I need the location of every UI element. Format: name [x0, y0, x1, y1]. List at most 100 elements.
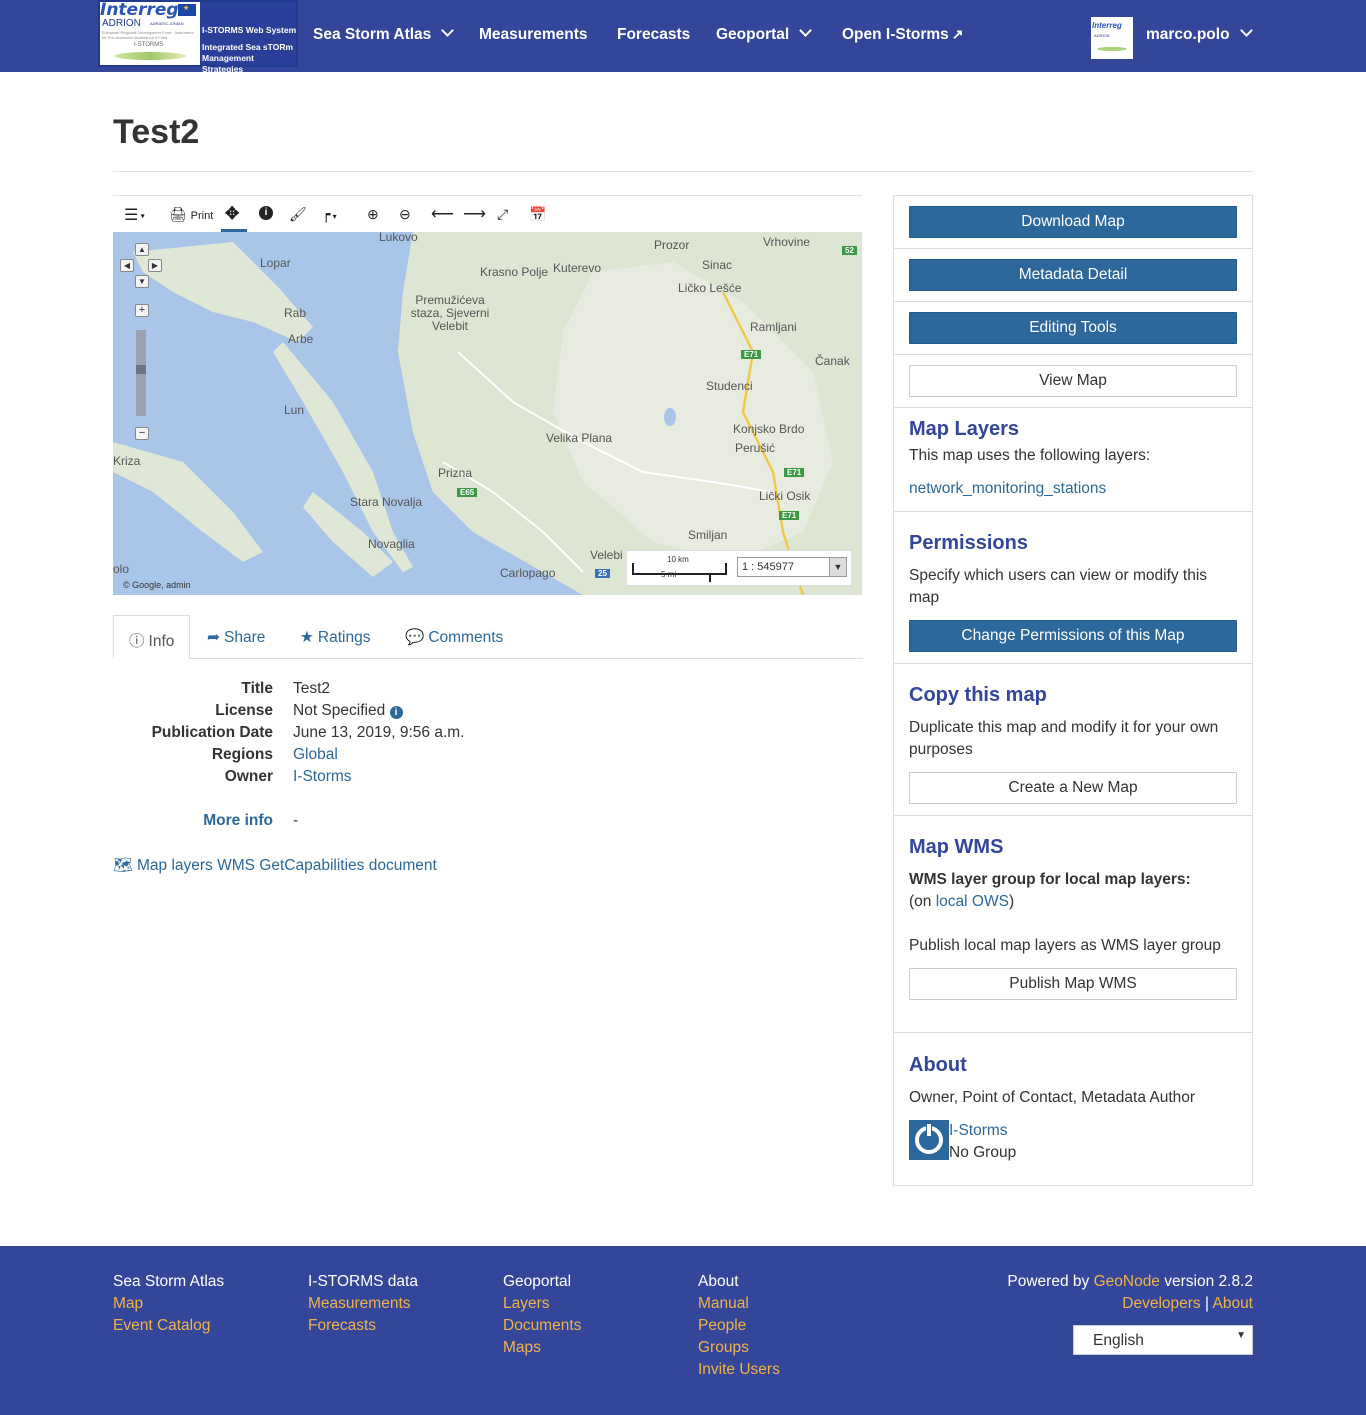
zoom-slider-handle[interactable] — [136, 365, 146, 374]
scale-select[interactable]: 1 : 545977 ▼ — [737, 557, 847, 577]
publish-map-wms-button[interactable]: Publish Map WMS — [909, 968, 1237, 1000]
measure-icon[interactable]: ┍ ▾ — [322, 206, 337, 223]
wms-on-prefix: (on — [909, 893, 936, 910]
wms-capabilities-link[interactable]: 🗺 Map layers WMS GetCapabilities documen… — [113, 856, 437, 875]
fullscreen-icon[interactable]: ⤢ — [497, 206, 508, 223]
forward-arrow-icon[interactable]: ⟶ — [463, 204, 486, 224]
developers-link[interactable]: Developers — [1122, 1295, 1200, 1312]
zoom-in-icon[interactable]: ⊕ — [367, 206, 379, 223]
username: marco.polo — [1146, 26, 1230, 43]
wms-publish-text: Publish local map layers as WMS layer gr… — [909, 937, 1221, 954]
avatar-wave — [1097, 47, 1127, 51]
system-subtitle: Integrated Sea sTORm Management Strategi… — [202, 42, 294, 74]
footer-link-invite-users[interactable]: Invite Users — [698, 1359, 780, 1381]
powered-version: version 2.8.2 — [1159, 1273, 1253, 1290]
logo-tagline: European Regional Development Fund · Ins… — [102, 30, 194, 40]
footer-link-map[interactable]: Map — [113, 1293, 224, 1315]
zoom-in-button[interactable]: + — [135, 304, 149, 317]
view-map-button[interactable]: View Map — [909, 365, 1237, 397]
language-select[interactable]: English ▼ — [1073, 1325, 1253, 1355]
pan-down-button[interactable]: ▼ — [135, 275, 149, 288]
chevron-down-icon — [799, 24, 813, 37]
footer-link-groups[interactable]: Groups — [698, 1337, 780, 1359]
map-place-label: olo — [113, 562, 130, 576]
project-label: I-STORMS — [134, 42, 164, 48]
info-row-title: Title Test2 — [113, 680, 713, 702]
nav-open-istorms[interactable]: Open I-Storms ↗ — [842, 26, 964, 44]
editing-tools-button[interactable]: Editing Tools — [909, 312, 1237, 344]
footer-link-layers[interactable]: Layers — [503, 1293, 581, 1315]
layers-menu-icon[interactable]: ☰ ▾ — [124, 205, 145, 225]
metadata-detail-button[interactable]: Metadata Detail — [909, 259, 1237, 291]
map-layers-heading: Map Layers — [909, 418, 1020, 440]
info-row-owner: Owner I-Storms — [113, 768, 713, 790]
tab-comments[interactable]: 💬 Comments — [405, 615, 503, 659]
nav-label: Sea Storm Atlas — [313, 26, 432, 43]
nav-sea-storm-atlas[interactable]: Sea Storm Atlas — [313, 24, 455, 44]
footer-link-forecasts[interactable]: Forecasts — [308, 1315, 418, 1337]
divider — [894, 407, 1252, 408]
avatar-program: ADRION — [1094, 33, 1110, 38]
footer-link-event-catalog[interactable]: Event Catalog — [113, 1315, 224, 1337]
footer-col-atlas: Sea Storm Atlas Map Event Catalog — [113, 1271, 224, 1337]
nav-label: Open I-Storms — [842, 26, 949, 43]
footer-link-people[interactable]: People — [698, 1315, 780, 1337]
zoom-out-button[interactable]: − — [135, 427, 149, 440]
user-avatar[interactable]: Interreg ADRION — [1091, 17, 1133, 59]
eu-flag-icon — [178, 4, 196, 16]
map-place-label: Velebi — [590, 548, 623, 562]
back-arrow-icon[interactable]: ⟵ — [431, 204, 454, 224]
pan-icon[interactable]: ✥ — [225, 204, 239, 224]
owner-link[interactable]: I-Storms — [293, 768, 352, 786]
road-shield: 52 — [842, 246, 857, 255]
nav-forecasts[interactable]: Forecasts — [617, 26, 690, 44]
zoom-out-icon[interactable]: ⊖ — [399, 206, 411, 223]
download-map-button[interactable]: Download Map — [909, 206, 1237, 238]
owner-avatar[interactable] — [909, 1120, 949, 1160]
footer-link-maps[interactable]: Maps — [503, 1337, 581, 1359]
map-icon: 🗺 — [113, 857, 133, 874]
map-place-label: Stara Novalja — [350, 495, 423, 509]
pan-left-button[interactable]: ◀ — [120, 259, 134, 272]
user-menu[interactable]: marco.polo — [1146, 24, 1253, 44]
site-logo[interactable]: Interreg ADRION ADRIATIC-IONIAN European… — [98, 0, 298, 74]
footer-link-manual[interactable]: Manual — [698, 1293, 780, 1315]
more-info-link[interactable]: More info — [203, 812, 273, 830]
info-value: - — [293, 812, 299, 829]
footer-link-documents[interactable]: Documents — [503, 1315, 581, 1337]
change-permissions-button[interactable]: Change Permissions of this Map — [909, 620, 1237, 652]
nav-label: Forecasts — [617, 26, 691, 43]
create-new-map-button[interactable]: Create a New Map — [909, 772, 1237, 804]
print-button[interactable]: 🖨 Print — [169, 206, 213, 223]
calendar-icon[interactable]: 📅 — [529, 206, 546, 223]
map-place-label: Perušić — [735, 441, 776, 455]
scale-mi-label: 5 mi — [661, 570, 677, 579]
chevron-down-icon — [1239, 24, 1253, 37]
owner-link[interactable]: I-Storms — [949, 1120, 1008, 1142]
pan-right-button[interactable]: ▶ — [148, 259, 162, 272]
pan-up-button[interactable]: ▲ — [135, 243, 149, 256]
map-place-label: Krasno Polje — [480, 265, 549, 279]
wms-on-suffix: ) — [1008, 893, 1015, 910]
nav-geoportal[interactable]: Geoportal — [716, 24, 813, 44]
nav-measurements[interactable]: Measurements — [479, 26, 588, 44]
tab-info[interactable]: ⓘ Info — [113, 615, 190, 659]
system-logo: I-STORMS Web System Integrated Sea sTORm… — [200, 2, 296, 74]
footer-link-measurements[interactable]: Measurements — [308, 1293, 418, 1315]
draw-icon[interactable]: 🖌 — [289, 206, 307, 223]
wave-graphic — [114, 52, 186, 60]
info-icon[interactable]: i — [259, 206, 273, 220]
tab-share[interactable]: ➦ Share — [207, 615, 265, 659]
road-shield: E65 — [457, 488, 478, 497]
info-icon[interactable]: i — [389, 706, 403, 719]
tab-ratings[interactable]: ★ Ratings — [300, 615, 370, 659]
region-link[interactable]: Global — [293, 746, 338, 764]
about-link[interactable]: About — [1212, 1295, 1253, 1312]
footer-heading: I-STORMS data — [308, 1273, 418, 1290]
geonode-link[interactable]: GeoNode — [1094, 1273, 1160, 1290]
layer-link[interactable]: network_monitoring_stations — [909, 478, 1239, 500]
map-canvas[interactable]: Lukovo Prozor Vrhovine Lopar Krasno Polj… — [113, 232, 862, 595]
scale-control: 10 km 5 mi 1 : 545977 ▼ — [626, 550, 852, 586]
chevron-down-icon — [441, 24, 455, 37]
local-ows-link[interactable]: local OWS — [936, 893, 1009, 910]
